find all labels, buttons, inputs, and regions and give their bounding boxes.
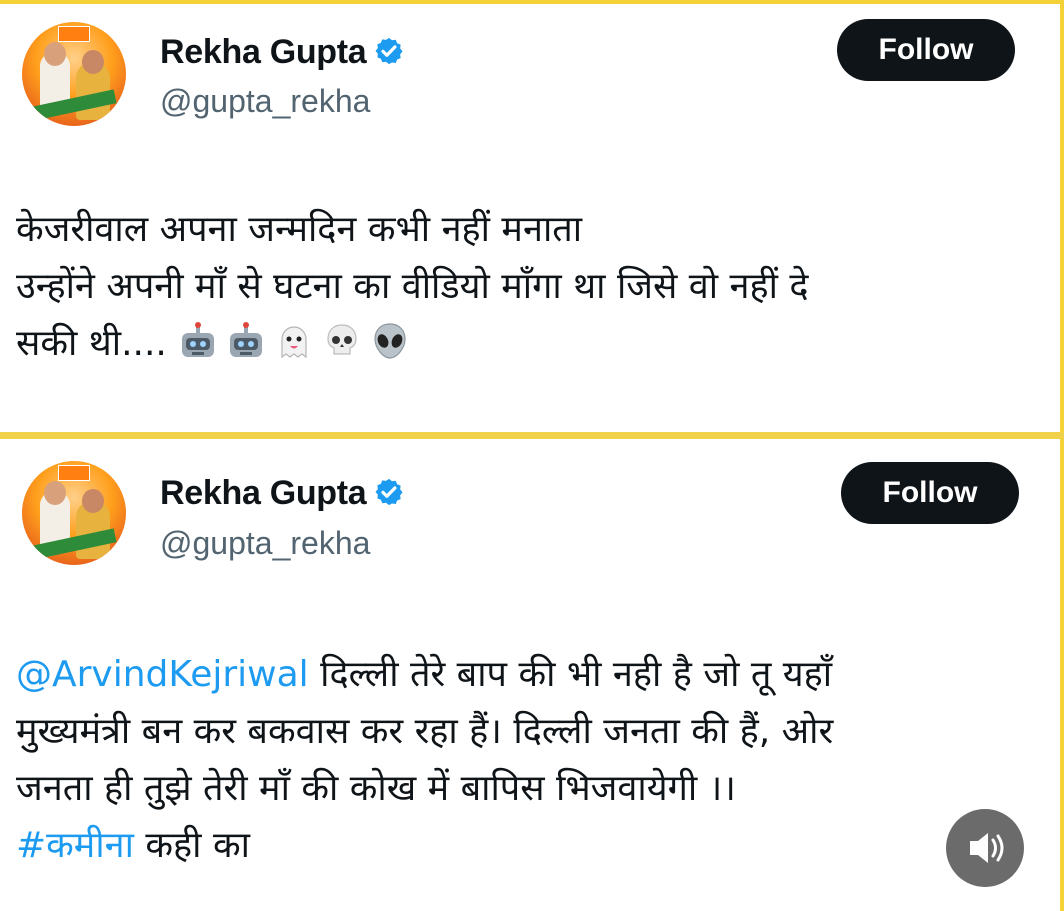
robot-emoji (230, 322, 263, 357)
speaker-icon (970, 833, 1004, 863)
alien-emoji (374, 323, 406, 359)
follow-button[interactable]: Follow (837, 19, 1015, 81)
avatar[interactable] (22, 22, 126, 126)
ghost-emoji (281, 326, 307, 359)
tweet-card-2[interactable]: Rekha Gupta @gupta_rekha Follow @ArvindK… (0, 439, 1060, 911)
speaker-button[interactable] (946, 809, 1024, 887)
mention-link[interactable]: @ArvindKejriwal (16, 654, 309, 695)
skull-emoji (327, 324, 357, 355)
avatar-flag (58, 465, 90, 481)
user-handle[interactable]: @gupta_rekha (160, 525, 370, 562)
tweet-line: उन्होंने अपनी माँ से घटना का वीडियो माँग… (16, 266, 809, 307)
tweet-line-text: दिल्ली तेरे बाप की भी नही है जो तू यहाँ (308, 654, 833, 695)
tweet-line: केजरीवाल अपना जन्मदिन कभी नहीं मनाता (16, 209, 583, 250)
tweet-divider (0, 432, 1064, 439)
robot-emoji (182, 322, 215, 357)
tweet-text: @ArvindKejriwal दिल्ली तेरे बाप की भी नह… (16, 646, 1046, 874)
display-name-text: Rekha Gupta (160, 33, 367, 71)
hashtag-link[interactable]: #कमीना (16, 825, 134, 866)
display-name[interactable]: Rekha Gupta (160, 33, 404, 72)
display-name[interactable]: Rekha Gupta (160, 474, 404, 513)
avatar-face (82, 489, 104, 513)
tweet-line: जनता ही तुझे तेरी माँ की कोख में बापिस भ… (16, 768, 736, 809)
tweet-text: केजरीवाल अपना जन्मदिन कभी नहीं मनाता उन्… (16, 201, 1046, 372)
tweet-line: सकी थी.... (16, 315, 1046, 372)
verified-badge-icon (375, 37, 403, 65)
tweet-line-text: सकी थी.... (16, 323, 167, 364)
avatar-flag (58, 26, 90, 42)
tweet-line: मुख्यमंत्री बन कर बकवास कर रहा हैं। दिल्… (16, 711, 834, 752)
tweet-line: @ArvindKejriwal दिल्ली तेरे बाप की भी नह… (16, 646, 1046, 703)
display-name-text: Rekha Gupta (160, 474, 367, 512)
avatar-face (44, 481, 66, 505)
user-handle[interactable]: @gupta_rekha (160, 83, 370, 120)
tweet-line-text: कही का (133, 825, 250, 866)
tweet-card-1[interactable]: Rekha Gupta @gupta_rekha Follow केजरीवाल… (0, 0, 1060, 432)
follow-button[interactable]: Follow (841, 462, 1019, 524)
avatar-face (82, 50, 104, 74)
verified-badge-icon (375, 478, 403, 506)
avatar-face (44, 42, 66, 66)
avatar[interactable] (22, 461, 126, 565)
tweet-line: #कमीना कही का (16, 817, 1046, 874)
